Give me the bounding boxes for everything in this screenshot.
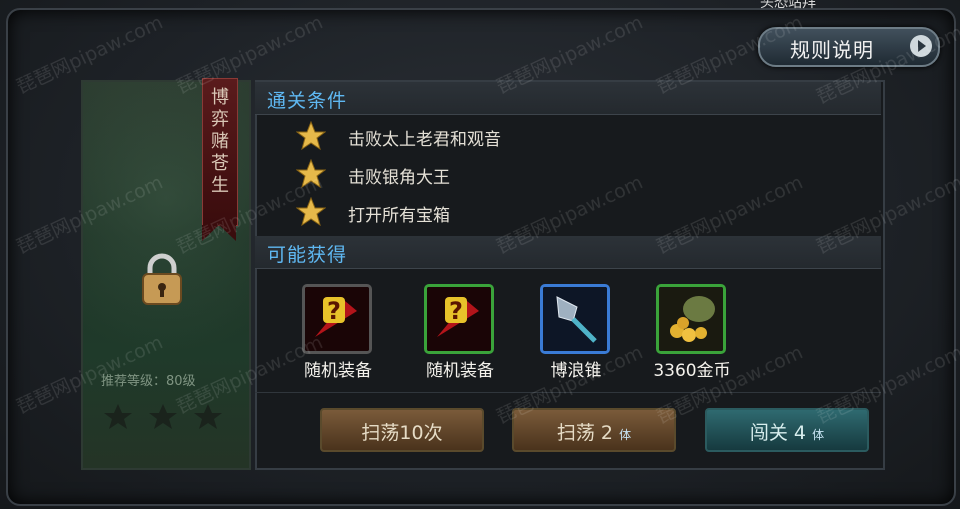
- sweep-10-label: 扫荡10次: [361, 422, 443, 444]
- condition-text: 击败太上老君和观音: [348, 130, 501, 150]
- stage-stars-empty: [104, 404, 222, 429]
- gold-star-icon: [296, 197, 326, 227]
- rules-button-label: 规则说明: [790, 38, 874, 62]
- top-cut-text: 头恐站拜: [760, 0, 816, 11]
- stamina-unit: 体: [619, 428, 632, 442]
- random-equipment-green-icon: ?: [424, 284, 494, 354]
- reward-label: 3360金币: [653, 361, 731, 381]
- lock-icon: [142, 253, 182, 305]
- recommended-level: 推荐等级：80级: [101, 374, 196, 389]
- gold-star-icon: [296, 159, 326, 189]
- stamina-unit: 体: [812, 428, 825, 442]
- gold-star-icon: [296, 121, 326, 151]
- condition-text: 击败银角大王: [348, 168, 450, 188]
- svg-text:?: ?: [327, 297, 341, 325]
- rewards-header: 可能获得: [255, 236, 881, 269]
- reward-label: 随机装备: [304, 361, 372, 381]
- conditions-title: 通关条件: [267, 90, 348, 112]
- sweep-label: 扫荡 2 体: [556, 422, 632, 444]
- random-equipment-red-icon: ?: [302, 284, 372, 354]
- spiked-mace-icon: [540, 284, 610, 354]
- sweep-10-button[interactable]: 扫荡10次: [320, 408, 484, 452]
- condition-text: 打开所有宝箱: [348, 206, 450, 226]
- challenge-label: 闯关 4 体: [749, 422, 825, 444]
- reward-label: 随机装备: [426, 361, 494, 381]
- gold-coins-bag-icon: [656, 284, 726, 354]
- rewards-title: 可能获得: [267, 244, 348, 266]
- divider: [255, 392, 881, 393]
- sweep-button[interactable]: 扫荡 2 体: [512, 408, 676, 452]
- play-arrow-icon: [910, 35, 932, 57]
- conditions-header: 通关条件: [255, 82, 881, 115]
- challenge-button[interactable]: 闯关 4 体: [705, 408, 869, 452]
- rules-button[interactable]: 规则说明: [758, 27, 940, 67]
- stage-title: 博弈赌苍生: [211, 87, 229, 196]
- stage-title-banner: 博弈赌苍生: [202, 78, 238, 241]
- svg-text:?: ?: [449, 297, 463, 325]
- reward-label: 博浪锥: [550, 361, 602, 381]
